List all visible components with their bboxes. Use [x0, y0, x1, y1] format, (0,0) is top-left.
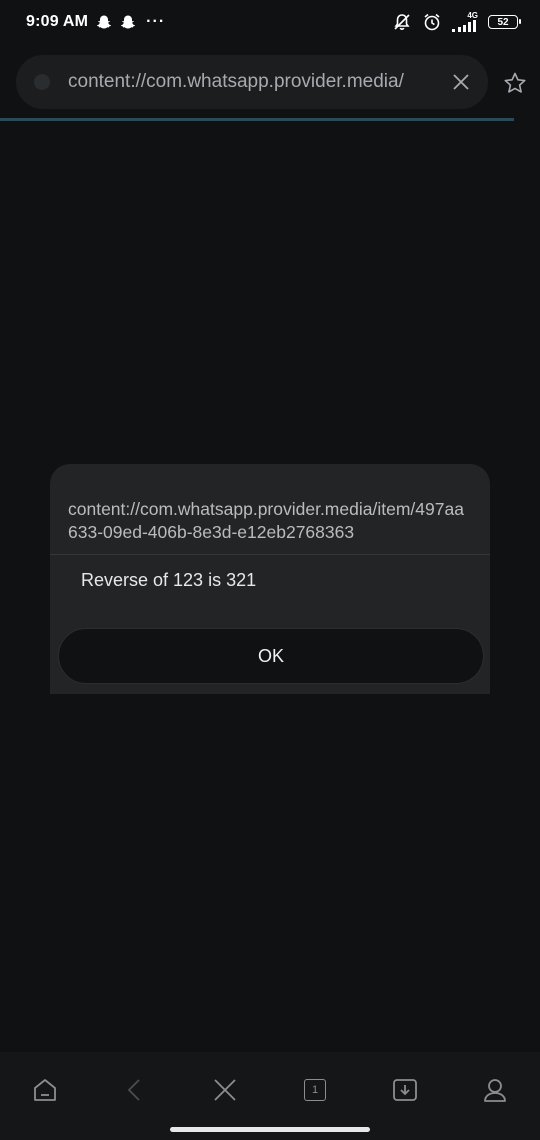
dialog-message: Reverse of 123 is 321 — [81, 570, 257, 590]
alert-dialog: content://com.whatsapp.provider.media/it… — [50, 464, 490, 694]
notifications-off-icon — [394, 14, 410, 30]
address-bar[interactable]: content://com.whatsapp.provider.media/ — [16, 55, 488, 109]
status-left: 9:09 AM ··· — [26, 13, 165, 31]
downloads-button[interactable] — [385, 1070, 425, 1110]
home-button[interactable] — [25, 1070, 65, 1110]
snapchat-ghost-icon — [121, 15, 136, 29]
close-icon — [214, 1079, 236, 1101]
ok-button[interactable]: OK — [58, 628, 484, 684]
profile-icon — [484, 1079, 506, 1102]
battery-icon: 52 — [488, 15, 521, 29]
alarm-icon — [424, 13, 440, 31]
battery-level: 52 — [497, 16, 509, 28]
profile-button[interactable] — [475, 1070, 515, 1110]
signal-icon — [452, 20, 476, 32]
signal-indicator: 4G — [452, 12, 478, 32]
browser-screen: 9:09 AM ··· 4G 52 content://com.whatsapp… — [0, 0, 540, 1140]
url-field[interactable]: content://com.whatsapp.provider.media/ — [68, 71, 448, 93]
close-tab-button[interactable] — [205, 1070, 245, 1110]
back-button[interactable] — [115, 1070, 155, 1110]
status-right: 4G 52 — [392, 12, 521, 32]
close-icon — [453, 74, 469, 90]
downloads-icon — [393, 1079, 417, 1101]
home-icon — [34, 1079, 56, 1101]
network-type: 4G — [467, 11, 478, 20]
dialog-divider — [50, 554, 490, 555]
status-bar: 9:09 AM ··· 4G 52 — [0, 0, 540, 44]
dialog-title: content://com.whatsapp.provider.media/it… — [68, 499, 464, 542]
tabs-icon: 1 — [304, 1079, 326, 1101]
clear-url-button[interactable] — [448, 69, 474, 95]
status-time: 9:09 AM — [26, 13, 89, 30]
more-dots-icon: ··· — [146, 13, 166, 30]
site-info-icon[interactable] — [34, 74, 50, 90]
bookmark-button[interactable] — [500, 68, 530, 98]
page-load-progress — [0, 118, 514, 121]
tabs-button[interactable]: 1 — [295, 1070, 335, 1110]
back-icon — [127, 1079, 140, 1101]
star-icon — [504, 72, 526, 93]
tab-count: 1 — [311, 1084, 319, 1096]
home-indicator[interactable] — [170, 1127, 370, 1132]
snapchat-ghost-icon — [97, 15, 112, 29]
